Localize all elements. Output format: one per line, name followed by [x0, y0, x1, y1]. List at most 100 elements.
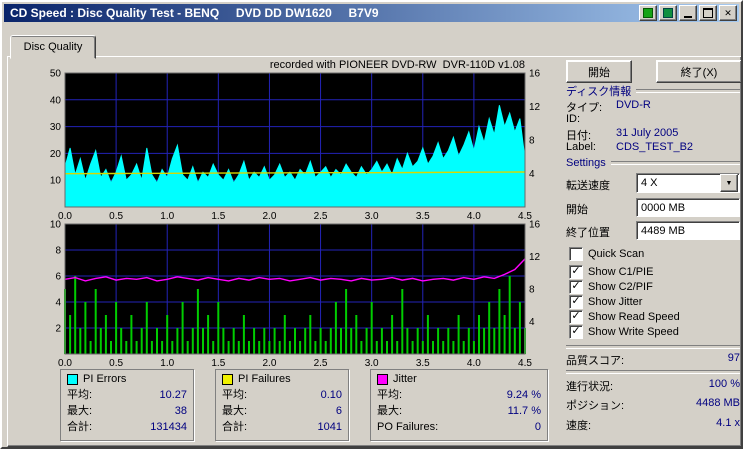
chevron-down-icon[interactable]: ▼	[720, 174, 738, 192]
checkbox-label: Show C2/PIF	[588, 281, 653, 293]
progress-value: 100 %	[708, 378, 740, 390]
stat-value: 0.10	[320, 389, 342, 401]
checkbox-box[interactable]: ✓	[569, 310, 583, 324]
checkbox-box[interactable]: ✓	[569, 265, 583, 279]
speed-value: 4.1 x	[716, 417, 740, 429]
svg-text:8: 8	[55, 246, 61, 257]
end-position-input[interactable]	[636, 221, 740, 240]
end-position-label: 終了位置	[566, 227, 610, 239]
maximize-button[interactable]	[699, 5, 717, 21]
svg-text:6: 6	[55, 272, 61, 283]
stat-label: 最大:	[377, 405, 403, 417]
checkbox-show-write-speed[interactable]: ✓ Show Write Speed	[569, 325, 679, 339]
disc-label-value: CDS_TEST_B2	[616, 141, 694, 153]
disc-type-value: DVD-R	[616, 99, 651, 111]
stat-value: 6	[335, 405, 342, 417]
checkbox-box[interactable]: ✓	[569, 325, 583, 339]
tab-label: Disc Quality	[23, 41, 83, 53]
minimize-button[interactable]	[679, 5, 697, 21]
checkbox-quick-scan[interactable]: Quick Scan	[569, 247, 644, 261]
stats-box-title: PI Failures	[238, 373, 291, 385]
checkbox-show-read-speed[interactable]: ✓ Show Read Speed	[569, 310, 680, 324]
speed-label: 速度:	[566, 420, 592, 432]
divider	[610, 161, 740, 165]
divider	[636, 89, 740, 93]
titlebar-tool-icon-1[interactable]	[639, 5, 657, 21]
tab-disc-quality[interactable]: Disc Quality	[10, 35, 96, 59]
svg-text:10: 10	[50, 176, 62, 187]
svg-text:2: 2	[55, 324, 61, 335]
svg-text:0.5: 0.5	[109, 358, 123, 369]
stat-value: 10.27	[159, 389, 187, 401]
settings-header: Settings	[566, 157, 740, 169]
position-label: ポジション:	[566, 400, 625, 412]
exit-button-label: 終了(X)	[680, 66, 718, 79]
stat-label: 平均:	[222, 389, 248, 401]
svg-text:2.0: 2.0	[262, 358, 276, 369]
stat-value: 131434	[150, 421, 187, 433]
jitter-stats-box: Jitter 平均: 9.24 % 最大: 11.7 % PO Failures: 0	[370, 369, 548, 441]
stat-label: 最大:	[67, 405, 93, 417]
svg-text:8: 8	[529, 136, 535, 147]
close-button[interactable]: ✕	[719, 5, 737, 21]
titlebar-tool-icon-2[interactable]	[659, 5, 677, 21]
disc-label-label: Label:	[566, 141, 596, 153]
checkbox-show-jitter[interactable]: ✓ Show Jitter	[569, 295, 642, 309]
checkbox-show-c2-pif[interactable]: ✓ Show C2/PIF	[569, 280, 653, 294]
svg-text:16: 16	[529, 69, 541, 80]
disc-id-label: ID:	[566, 113, 581, 125]
stat-label: 平均:	[377, 389, 403, 401]
pi-errors-swatch	[67, 373, 78, 385]
checkbox-show-c1-pie[interactable]: ✓ Show C1/PIE	[569, 265, 653, 279]
checkbox-label: Quick Scan	[588, 248, 645, 260]
svg-text:40: 40	[50, 95, 62, 106]
stat-value: 0	[534, 421, 541, 433]
svg-text:4: 4	[529, 169, 535, 180]
svg-text:1.5: 1.5	[211, 358, 225, 369]
window-title: CD Speed : Disc Quality Test - BENQ DVD …	[10, 6, 379, 20]
stat-label: 平均:	[67, 389, 93, 401]
minimize-icon	[684, 15, 692, 18]
progress-label: 進行状況:	[566, 381, 614, 393]
stat-label: PO Failures:	[377, 421, 439, 433]
exit-button[interactable]: 終了(X)	[656, 60, 741, 83]
checkbox-label: Show Read Speed	[588, 311, 680, 323]
stat-label: 最大:	[222, 405, 248, 417]
checkbox-label: Show Write Speed	[588, 326, 679, 338]
checkbox-label: Show Jitter	[588, 296, 643, 308]
checkbox-box[interactable]: ✓	[569, 295, 583, 309]
disc-tool-icon	[643, 8, 653, 18]
stat-value: 9.24 %	[506, 389, 541, 401]
svg-text:4.5: 4.5	[518, 358, 532, 369]
svg-text:3.0: 3.0	[365, 358, 379, 369]
speed-select-value: 4 X	[641, 177, 658, 189]
speed-select[interactable]: 4 X ▼	[636, 173, 740, 193]
titlebar[interactable]: CD Speed : Disc Quality Test - BENQ DVD …	[4, 4, 739, 22]
start-button[interactable]: 開始	[566, 60, 632, 83]
svg-text:4: 4	[55, 298, 61, 309]
start-button-label: 開始	[588, 66, 610, 79]
svg-text:3.5: 3.5	[416, 358, 430, 369]
svg-text:2.5: 2.5	[314, 358, 328, 369]
maximize-icon	[703, 8, 713, 18]
pi-errors-chart: 10203040504812160.0 0.5 1.0 1.5 2.0 2.5 3.0 3.5…	[50, 69, 541, 223]
svg-text:30: 30	[50, 122, 62, 133]
pi-failures-jitter-chart: 2 4 6 8 10 4 8 12 16 0.0 0.5 1.0 1.5 2.0 2.5 3.0 3.5 4.0 4…	[50, 220, 541, 370]
divider	[566, 370, 740, 374]
checkbox-box[interactable]: ✓	[569, 280, 583, 294]
checkbox-label: Show C1/PIE	[588, 266, 654, 278]
quality-score-value: 97	[727, 352, 740, 364]
svg-text:50: 50	[50, 69, 62, 80]
checkbox-box[interactable]	[569, 247, 583, 261]
svg-text:4.0: 4.0	[467, 358, 481, 369]
start-position-label: 開始	[566, 204, 588, 216]
start-position-input[interactable]	[636, 198, 740, 217]
pi-failures-stats-box: PI Failures 平均: 0.10 最大: 6 合計: 1041	[215, 369, 349, 441]
stat-label: 合計:	[67, 421, 93, 433]
stats-box-title: PI Errors	[83, 373, 127, 385]
svg-text:0.0: 0.0	[58, 358, 72, 369]
svg-text:12: 12	[529, 102, 541, 113]
stat-value: 38	[174, 405, 187, 417]
app-window: CD Speed : Disc Quality Test - BENQ DVD …	[0, 0, 743, 449]
svg-text:1.0: 1.0	[160, 358, 174, 369]
